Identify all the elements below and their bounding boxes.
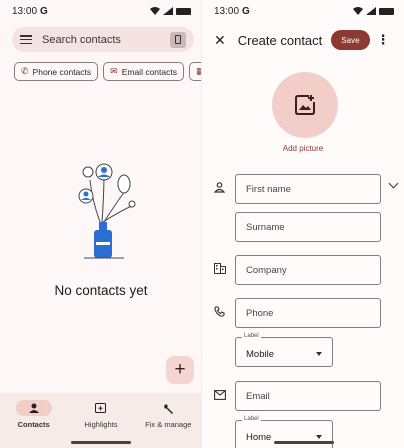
dropdown-arrow-icon [316,435,322,439]
signal-icon [366,7,376,15]
first-name-field[interactable]: First name [235,174,381,204]
phone-field[interactable]: Phone [235,298,381,328]
company-field[interactable]: Company [235,255,381,285]
system-icons [353,7,394,15]
account-icon[interactable] [170,31,186,48]
nav-highlights[interactable]: Highlights [67,393,134,448]
battery-icon [379,7,394,15]
signal-icon [163,7,173,15]
close-icon[interactable]: ✕ [214,32,226,49]
empty-state-text: No contacts yet [54,283,148,298]
status-time: 13:00 [214,5,240,17]
highlights-icon [95,402,107,413]
email-field[interactable]: Email [235,381,381,411]
status-time: 13:00 [12,5,38,17]
chip-phone-contacts[interactable]: ✆ Phone contacts [14,62,99,81]
wifi-icon [150,7,160,15]
person-icon [28,403,39,413]
phone-label-value: Mobile [246,348,274,360]
wrench-icon [163,403,173,414]
page-title: Create contact [237,32,323,48]
chip-label: Email contacts [121,66,177,77]
status-bar: 13:00 G [202,0,404,22]
wifi-icon [353,7,363,15]
add-photo-icon [295,95,315,115]
battery-icon [176,7,191,15]
save-button[interactable]: Save [331,30,370,50]
google-icon: G [242,5,250,17]
email-icon: ✉ [110,66,118,76]
phone-icon: ✆ [21,66,29,76]
chip-label: Phone contacts [32,66,92,77]
surname-field[interactable]: Surname [235,212,381,242]
home-indicator [274,441,334,444]
phone-label-select[interactable]: Label Mobile [235,333,333,367]
nav-fix-manage[interactable]: Fix & manage [135,393,201,448]
bottom-navigation: Contacts Highlights Fix & manage [0,393,201,448]
add-contact-button[interactable]: + [166,356,194,384]
company-icon [214,263,226,277]
phone-label-caption: Label [242,333,261,339]
more-options-icon[interactable]: ⋮ [377,32,390,48]
nav-contacts[interactable]: Contacts [0,393,67,448]
empty-state-illustration [78,163,136,259]
system-icons [150,7,191,15]
create-contact-screen: 13:00 G ✕ Create contact Save ⋮ Add pict… [202,0,404,448]
email-label-value: Home [246,431,272,443]
nav-label: Fix & manage [145,420,192,429]
add-picture-link[interactable]: Add picture [202,144,404,153]
search-bar[interactable]: Search contacts [12,27,194,52]
nav-label: Contacts [17,420,50,429]
chip-company-contacts[interactable]: ▦ [188,62,201,81]
dropdown-arrow-icon [316,352,322,356]
nav-label: Highlights [84,420,118,429]
search-input[interactable]: Search contacts [42,34,121,46]
email-label-caption: Label [242,416,261,422]
filter-chips: ✆ Phone contacts ✉ Email contacts ▦ [14,62,201,81]
menu-icon[interactable] [20,35,32,44]
person-outline-icon [213,182,226,196]
contacts-screen: 13:00 G Search contacts ✆ Phone contacts… [0,0,202,448]
chip-email-contacts[interactable]: ✉ Email contacts [103,62,184,81]
google-icon: G [40,5,48,17]
chevron-down-icon[interactable] [388,178,399,189]
home-indicator [71,441,131,444]
phone-icon [214,306,225,320]
email-icon [214,390,226,403]
status-bar: 13:00 G [0,0,201,22]
create-contact-header: ✕ Create contact Save ⋮ [202,27,404,53]
add-picture-button[interactable] [272,72,338,138]
